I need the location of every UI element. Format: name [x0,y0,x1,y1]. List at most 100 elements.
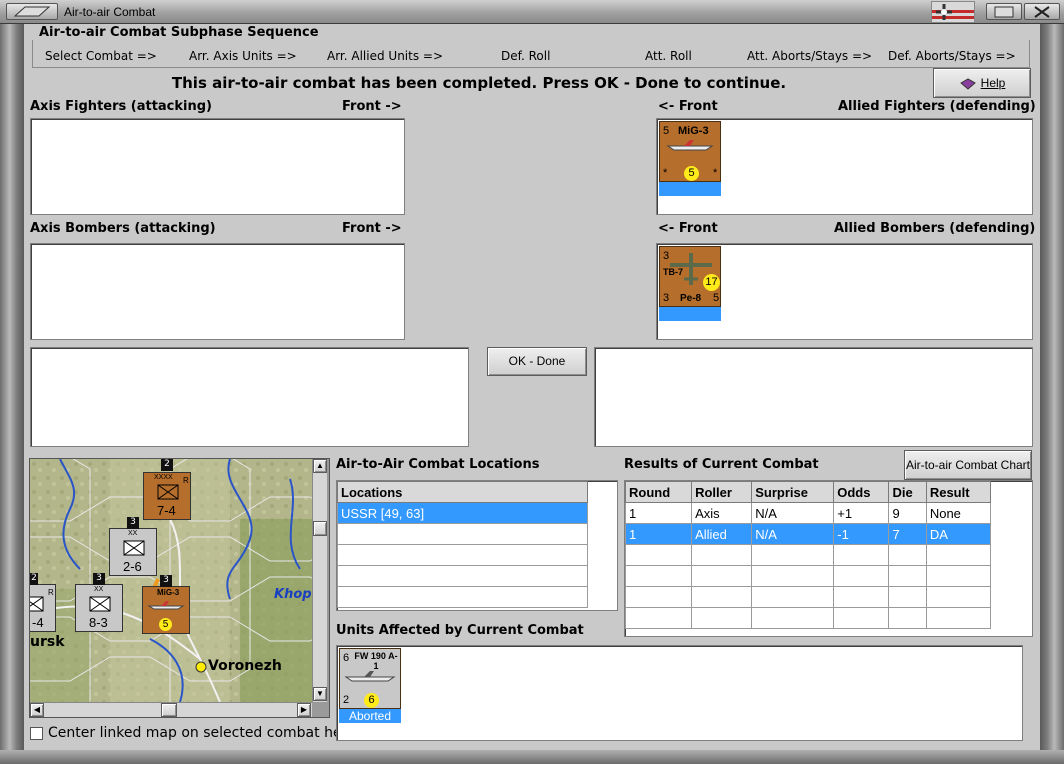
linked-map[interactable]: Voronezh Khope ursk XXXX R 7-4 2 XX 2-6 … [30,459,312,702]
allied-bombers-front: <- Front [658,221,718,236]
result-row[interactable] [624,607,992,629]
counter-aircraft-name: MiG-3 [678,125,709,137]
fighter-aircraft-icon [147,601,185,610]
allied-fighters-front: <- Front [658,99,718,114]
map-horizontal-scrollbar[interactable]: ◀ ▶ [30,702,312,717]
maximize-button[interactable] [986,3,1022,20]
location-cell [337,523,588,545]
stack-count: 3 [93,573,105,585]
location-row[interactable]: USSR [49, 63] [337,502,588,524]
affected-units-box[interactable] [336,645,1023,741]
infantry-symbol-icon [157,484,179,500]
counter-side-name: TB-7 [663,267,683,277]
bottom-frame-rail [0,750,1064,764]
location-row[interactable] [337,586,588,608]
result-row[interactable] [624,586,992,608]
infantry-symbol-icon [123,540,145,556]
air-combat-chart-button[interactable]: Air-to-air Combat Chart [904,450,1032,480]
locations-table: Locations USSR [49, 63] [337,481,588,608]
result-cell: Axis [691,502,753,524]
locations-title: Air-to-Air Combat Locations [336,457,540,472]
seq-step-def-roll: Def. Roll [501,49,551,63]
fw190-counter[interactable]: 6 FW 190 A-1 2 6 Aborted [339,648,401,723]
axis-message-box[interactable] [30,347,469,447]
map-unit-mig3[interactable]: MiG-3 5 [142,586,190,634]
close-icon [1034,6,1050,18]
map-unit-2-6[interactable]: XX 2-6 [109,528,157,576]
help-book-icon [959,78,976,90]
center-map-checkbox-label: Center linked map on selected combat hex [48,725,350,741]
unit-size: XX [128,530,138,537]
map-hscroll-thumb[interactable] [161,703,177,717]
window-icon [13,6,51,17]
location-row[interactable] [337,544,588,566]
col-odds: Odds [833,481,890,503]
ok-done-button[interactable]: OK - Done [487,347,587,376]
mig3-counter[interactable]: 5 MiG-3 * 5 * [659,121,721,196]
result-cell: DA [925,523,992,545]
scroll-right-arrow-icon[interactable]: ▶ [297,703,311,717]
location-row[interactable] [337,523,588,545]
counter-strength-dot: 17 [703,274,720,291]
result-cell: +1 [833,502,890,524]
result-row[interactable]: 1 Axis N/A +1 9 None [624,502,992,524]
fighter-aircraft-icon [344,671,396,682]
counter-bottom-right: * [713,167,718,179]
help-button[interactable]: Help [933,68,1031,98]
counter-status-strip [659,182,721,196]
axis-bombers-front: Front -> [342,221,402,236]
results-title: Results of Current Combat [624,457,819,472]
map-vscroll-thumb[interactable] [313,521,327,536]
fighter-aircraft-icon [666,140,714,151]
col-result: Result [925,481,992,503]
counter-aircraft-name: FW 190 A-1 [354,651,398,671]
close-button[interactable] [1024,3,1060,20]
maximize-icon [994,6,1014,18]
window-title: Air-to-air Combat [64,5,156,19]
result-cell: 1 [624,502,693,524]
unit-type: R [48,588,54,597]
center-map-checkbox[interactable] [30,727,43,740]
completion-notice: This air-to-air combat has been complete… [171,74,787,92]
scroll-left-arrow-icon[interactable]: ◀ [30,703,44,717]
map-unit-7-4[interactable]: XXXX R 7-4 [143,472,191,520]
pe8-counter[interactable]: 3 TB-7 17 3 Pe-8 5 [659,246,721,321]
location-cell [337,544,588,566]
seq-step-arr-axis: Arr. Axis Units => [189,49,297,63]
unit-size: XX [94,586,104,593]
scroll-up-arrow-icon[interactable]: ▲ [313,459,327,473]
axis-fighters-box[interactable] [30,118,405,215]
map-unit-edge[interactable]: R -4 [30,584,56,632]
map-city-label: Voronezh [208,658,282,674]
result-cell: None [925,502,992,524]
counter-bottom-left: 2 [343,694,350,706]
result-row[interactable] [624,565,992,587]
col-die: Die [888,481,927,503]
axis-bombers-box[interactable] [30,243,405,340]
seq-step-att-roll: Att. Roll [645,49,692,63]
scroll-down-arrow-icon[interactable]: ▼ [313,687,327,701]
unit-strength: 8-3 [89,615,108,630]
help-button-label: Help [980,76,1006,90]
map-vertical-scrollbar[interactable]: ▲ ▼ [312,459,327,702]
counter-aircraft-name: Pe-8 [680,293,702,304]
unit-aircraft-name: MiG-3 [157,588,180,597]
unit-strength: 2-6 [123,559,142,574]
title-bar[interactable] [0,0,1064,24]
map-unit-8-3[interactable]: XX 8-3 [75,584,123,632]
seq-step-select-combat: Select Combat => [45,49,157,63]
location-row[interactable] [337,565,588,587]
axis-fighters-label: Axis Fighters (attacking) [30,99,212,114]
affected-title: Units Affected by Current Combat [336,623,584,638]
system-menu-button[interactable] [6,3,58,20]
stack-count: 2 [161,459,173,471]
counter-top-left: 6 [343,652,350,664]
result-cell: 1 [624,523,693,545]
left-frame-rail [0,24,24,764]
result-row[interactable]: 1 Allied N/A -1 7 DA [624,523,992,545]
unit-type: R [183,476,189,485]
result-row[interactable] [624,544,992,566]
unit-strength: -4 [32,615,44,630]
allied-message-box[interactable] [594,347,1033,447]
seq-step-att-aborts: Att. Aborts/Stays => [747,49,873,63]
